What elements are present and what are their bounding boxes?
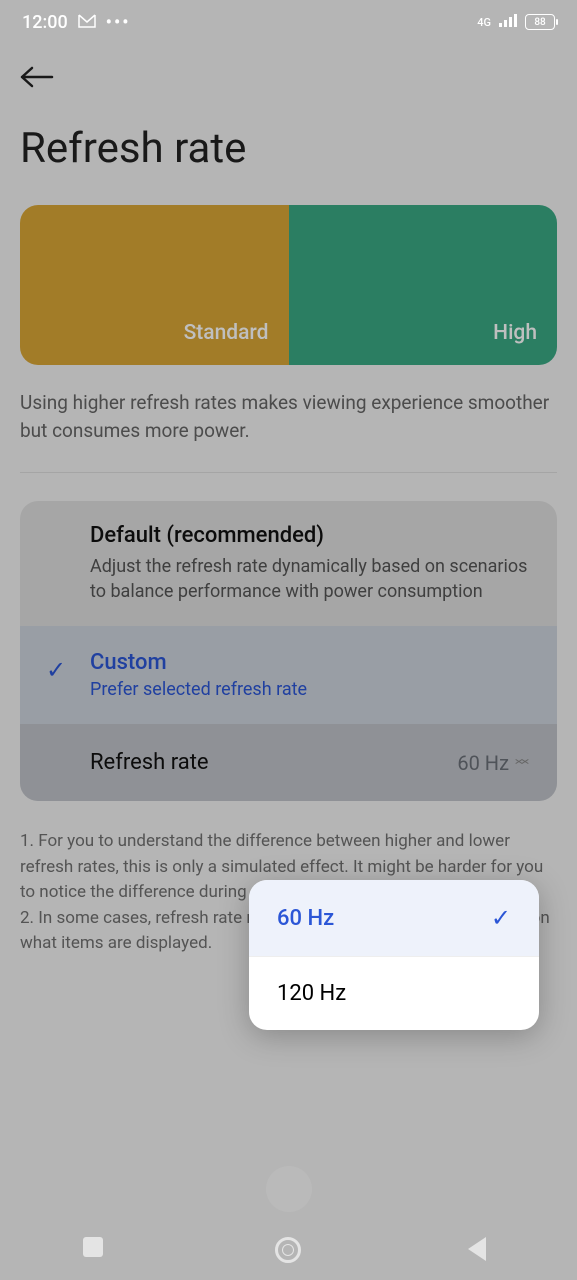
nav-home-button[interactable] [275, 1237, 301, 1263]
standard-label: Standard [184, 321, 269, 345]
gmail-icon [78, 12, 96, 33]
option-default-desc: Adjust the refresh rate dynamically base… [90, 554, 529, 604]
screen: 12:00 ••• 4G 88 Refresh rate Standard Hi… [0, 0, 577, 1280]
more-icon: ••• [106, 12, 131, 33]
chevron-updown-icon: ︿﹀ [515, 755, 529, 772]
status-bar: 12:00 ••• 4G 88 [0, 0, 577, 44]
check-icon: ✓ [491, 904, 511, 932]
description-text: Using higher refresh rates makes viewing… [20, 389, 557, 444]
system-nav-bar [0, 1220, 577, 1280]
content: Refresh rate Standard High Using higher … [0, 44, 577, 1220]
back-button[interactable] [20, 64, 54, 94]
option-default[interactable]: Default (recommended) Adjust the refresh… [20, 501, 557, 626]
refresh-rate-value: 60 Hz ︿﹀ [457, 751, 529, 775]
refresh-rate-select[interactable]: Refresh rate 60 Hz ︿﹀ [20, 724, 557, 801]
rate-preview-card: Standard High [20, 205, 557, 365]
refresh-rate-label: Refresh rate [90, 750, 209, 775]
option-custom-title: Custom [90, 650, 529, 675]
high-label: High [493, 321, 537, 345]
popup-option-60hz[interactable]: 60 Hz ✓ [249, 880, 539, 956]
status-time: 12:00 [22, 12, 68, 33]
status-right: 4G 88 [477, 13, 555, 31]
status-left: 12:00 ••• [22, 12, 131, 33]
rate-preview-standard: Standard [20, 205, 289, 365]
option-default-title: Default (recommended) [90, 523, 529, 548]
page-title: Refresh rate [20, 124, 557, 173]
network-type: 4G [477, 16, 491, 29]
signal-icon [499, 13, 517, 31]
rate-preview-high: High [289, 205, 558, 365]
popup-option-120hz[interactable]: 120 Hz [249, 957, 539, 1030]
check-icon: ✓ [46, 656, 66, 684]
nav-recents-button[interactable] [83, 1237, 109, 1263]
battery-icon: 88 [525, 14, 555, 30]
option-group: Default (recommended) Adjust the refresh… [20, 501, 557, 801]
refresh-rate-popup: 60 Hz ✓ 120 Hz [249, 880, 539, 1030]
option-custom-desc: Prefer selected refresh rate [90, 679, 529, 700]
option-custom[interactable]: ✓ Custom Prefer selected refresh rate [20, 626, 557, 724]
divider [20, 472, 557, 473]
nav-back-button[interactable] [468, 1237, 494, 1263]
